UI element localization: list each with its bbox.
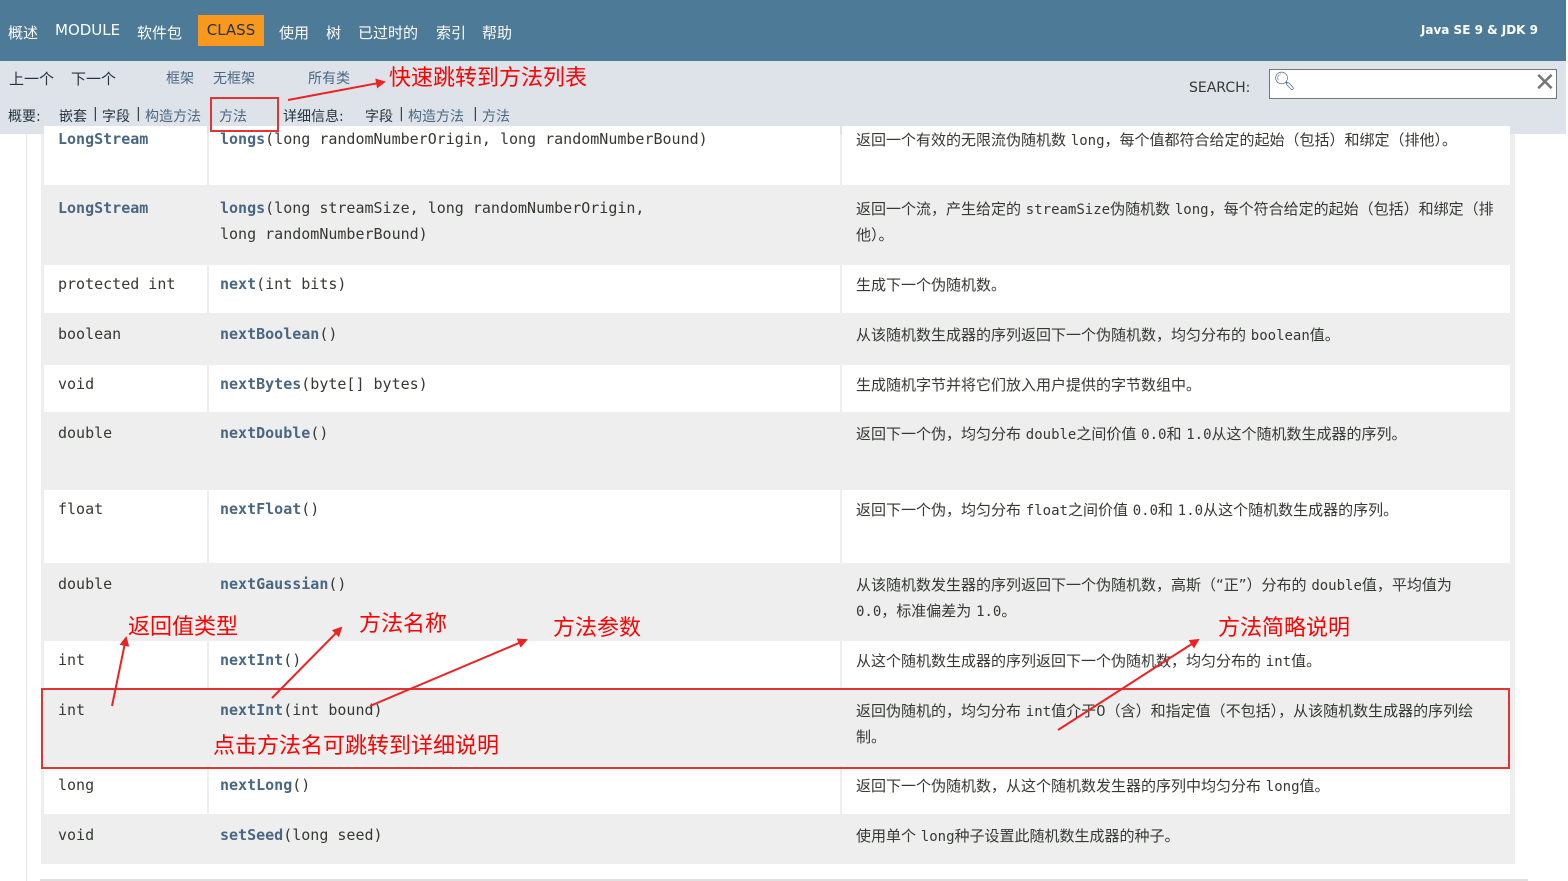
annotation-arrows bbox=[111, 78, 1200, 731]
arrow-method-name bbox=[271, 626, 343, 699]
arrow-return-type bbox=[111, 636, 130, 707]
arrow-jump bbox=[287, 78, 386, 101]
arrow-method-summary bbox=[1057, 638, 1200, 731]
arrow-method-params bbox=[369, 638, 528, 707]
